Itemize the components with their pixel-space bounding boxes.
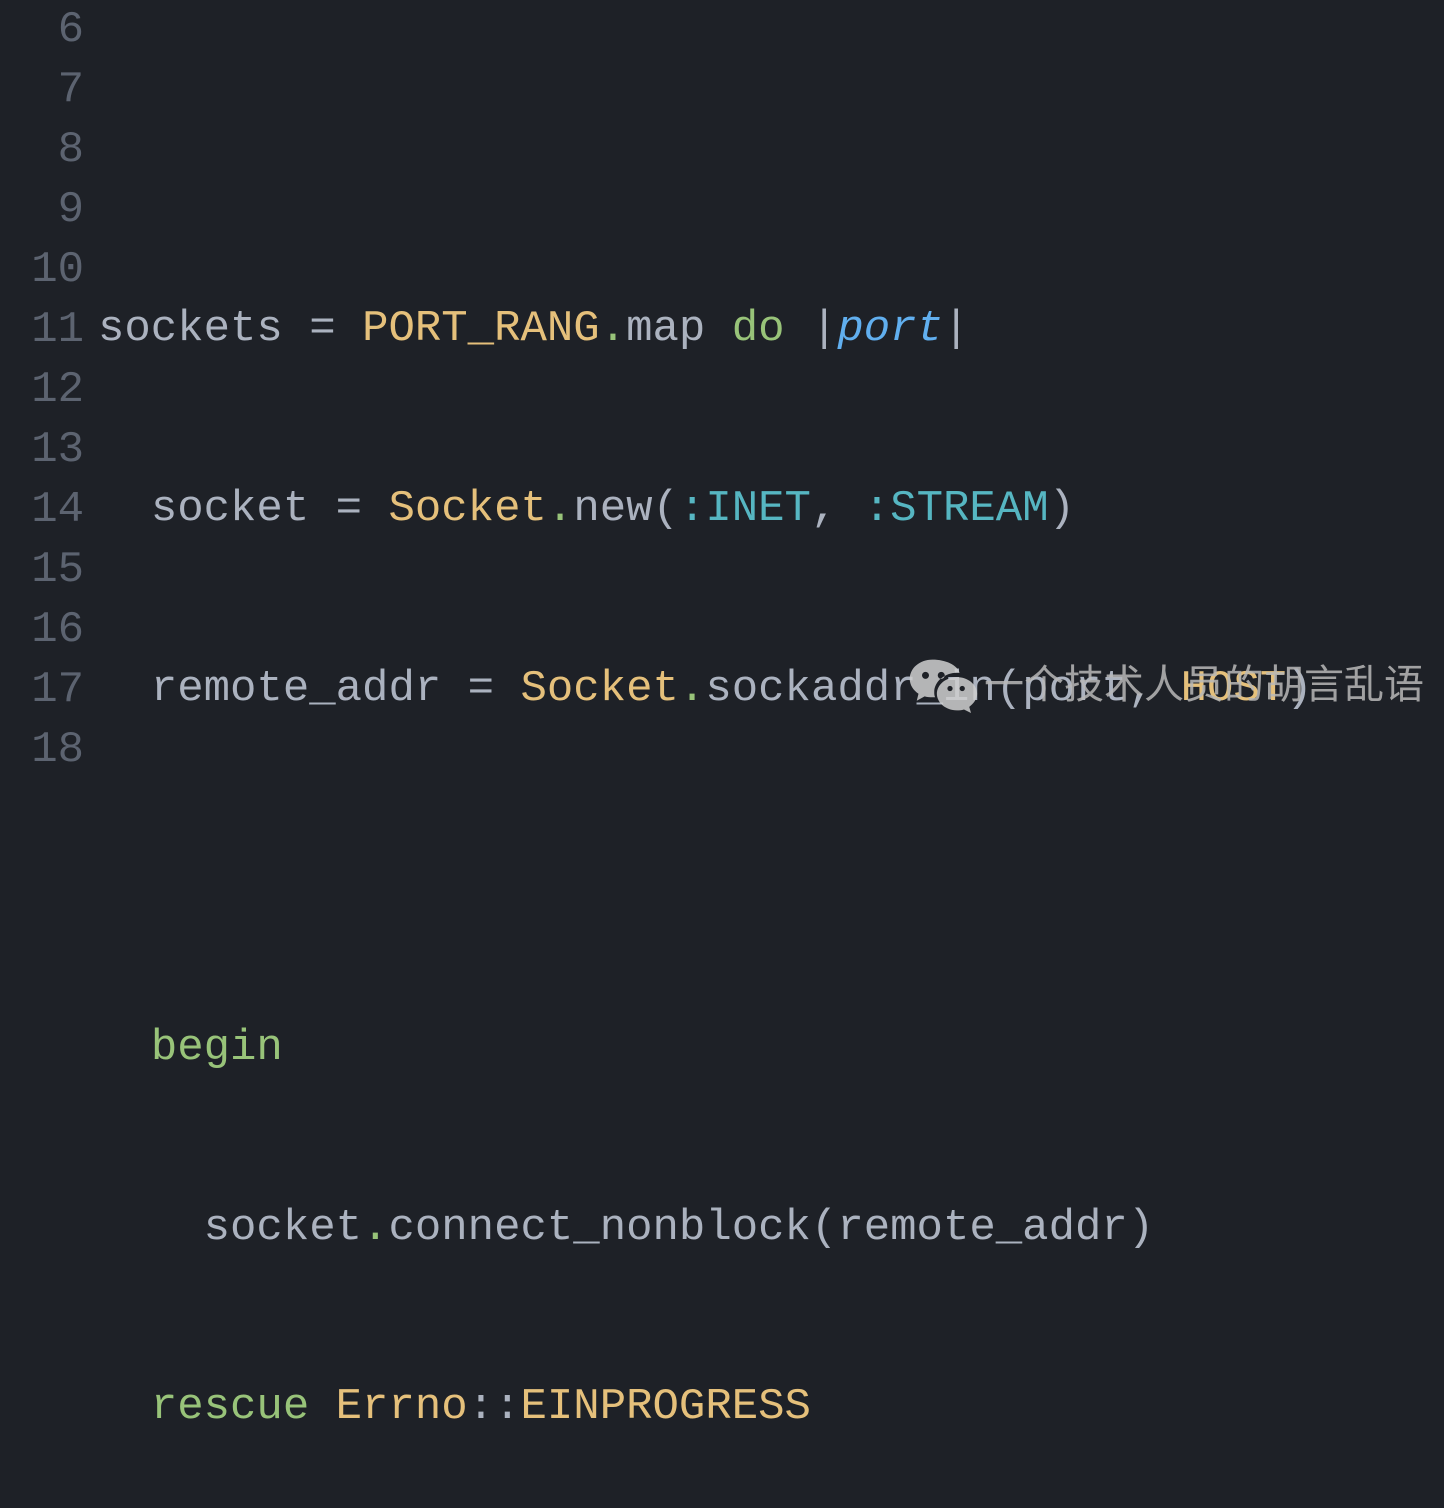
code-line: [98, 120, 1444, 180]
token-symbol: :STREAM: [864, 484, 1049, 534]
token-method: new: [573, 484, 652, 534]
token-constant: EINPROGRESS: [521, 1382, 811, 1432]
token-dot: .: [600, 304, 626, 354]
watermark-text: 一个技术人员的胡言乱语: [984, 658, 1424, 712]
token-punct: |: [811, 304, 837, 354]
line-number: 16: [0, 600, 84, 660]
token-class: Socket: [388, 484, 546, 534]
token-class: Errno: [336, 1382, 468, 1432]
code-content[interactable]: sockets = PORT_RANG.map do |port| socket…: [98, 0, 1444, 754]
wechat-icon: [908, 656, 978, 714]
token-punct: ::: [468, 1382, 521, 1432]
line-number: 9: [0, 180, 84, 240]
line-number: 14: [0, 480, 84, 540]
token-dot: .: [679, 664, 705, 714]
token-punct: |: [943, 304, 969, 354]
line-number: 17: [0, 660, 84, 720]
line-number: 11: [0, 300, 84, 360]
token-variable: socket: [151, 484, 309, 534]
line-number: 6: [0, 0, 84, 60]
token-dot: .: [362, 1203, 388, 1253]
code-line: socket.connect_nonblock(remote_addr): [98, 1198, 1444, 1258]
line-number: 7: [0, 60, 84, 120]
line-number: 12: [0, 360, 84, 420]
token-punct: ,: [811, 484, 864, 534]
token-constant: PORT_RANG: [362, 304, 600, 354]
line-number: 15: [0, 540, 84, 600]
code-line: sockets = PORT_RANG.map do |port|: [98, 299, 1444, 359]
code-line: rescue Errno::EINPROGRESS: [98, 1377, 1444, 1437]
token-method: map: [626, 304, 705, 354]
line-number: 13: [0, 420, 84, 480]
token-punct: (: [653, 484, 679, 534]
token-parameter: port: [837, 304, 943, 354]
token-method: connect_nonblock: [388, 1203, 810, 1253]
code-line: socket = Socket.new(:INET, :STREAM): [98, 479, 1444, 539]
code-line: [98, 838, 1444, 898]
line-number-gutter: 6 7 8 9 10 11 12 13 14 15 16 17 18: [0, 0, 98, 754]
token-variable: remote_addr: [837, 1203, 1127, 1253]
token-variable: remote_addr: [151, 664, 441, 714]
code-line: begin: [98, 1018, 1444, 1078]
watermark: 一个技术人员的胡言乱语: [908, 656, 1424, 714]
token-variable: socket: [204, 1203, 362, 1253]
token-keyword: begin: [151, 1023, 283, 1073]
token-operator: =: [283, 304, 362, 354]
line-number: 18: [0, 720, 84, 780]
line-number: 8: [0, 120, 84, 180]
token-variable: sockets: [98, 304, 283, 354]
token-punct: ): [1049, 484, 1075, 534]
token-operator: =: [441, 664, 520, 714]
token-operator: =: [309, 484, 388, 534]
token-dot: .: [547, 484, 573, 534]
token-punct: ): [1128, 1203, 1154, 1253]
token-punct: (: [811, 1203, 837, 1253]
token-symbol: :INET: [679, 484, 811, 534]
token-keyword: do: [732, 304, 785, 354]
token-keyword: rescue: [151, 1382, 309, 1432]
token-class: Socket: [520, 664, 678, 714]
line-number: 10: [0, 240, 84, 300]
code-editor: 6 7 8 9 10 11 12 13 14 15 16 17 18 socke…: [0, 0, 1444, 754]
